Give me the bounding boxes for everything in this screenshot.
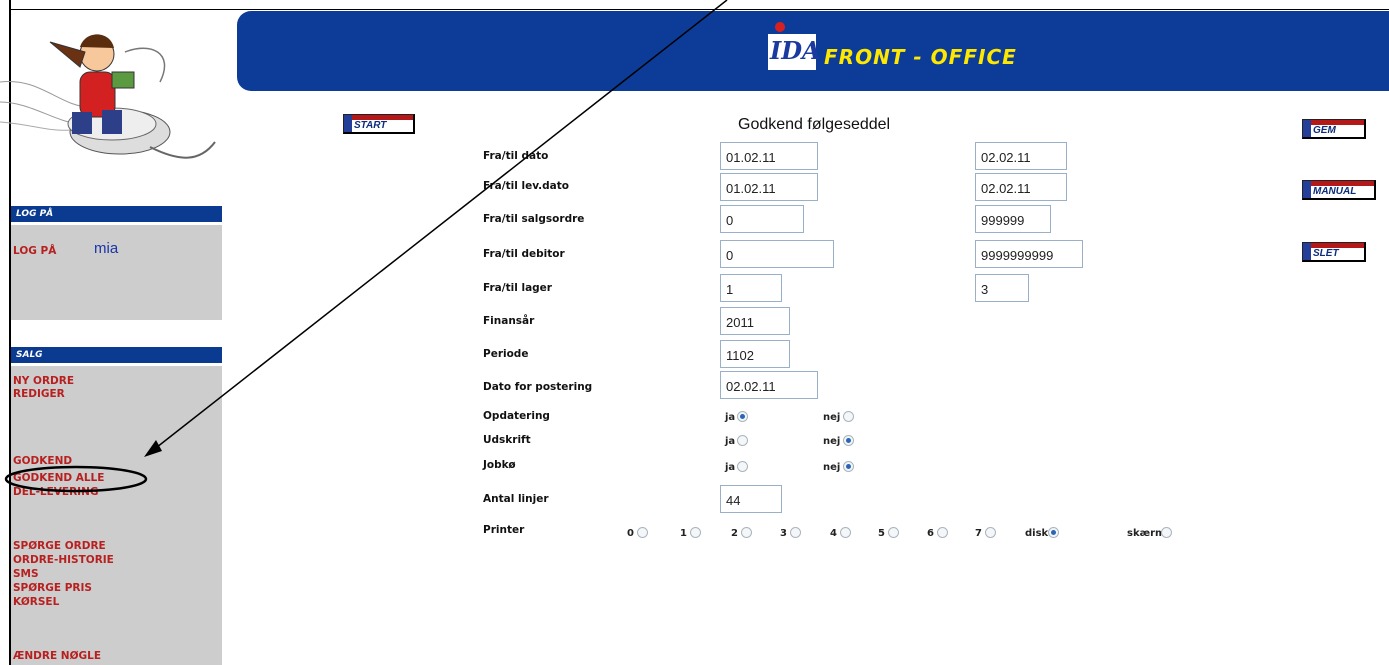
fiscal-year-input[interactable] <box>720 307 790 335</box>
sidebar-link-godkend[interactable]: GODKEND <box>13 455 72 468</box>
posting-date-label: Dato for postering <box>483 381 593 393</box>
button-stripe <box>1303 181 1311 198</box>
printer-4-label: 4 <box>830 528 837 539</box>
manual-button-label: MANUAL <box>1313 186 1357 197</box>
printer-7-label: 7 <box>975 528 982 539</box>
sales-order-to-input[interactable] <box>975 205 1051 233</box>
debtor-to-input[interactable] <box>975 240 1083 268</box>
stock-from-input[interactable] <box>720 274 782 302</box>
sidebar-link-koersel[interactable]: KØRSEL <box>13 596 59 609</box>
sales-panel <box>11 366 222 665</box>
period-label: Periode <box>483 348 529 360</box>
printer-disk-radio[interactable] <box>1048 527 1059 538</box>
posting-date-input[interactable] <box>720 371 818 399</box>
printer-7-radio[interactable] <box>985 527 996 538</box>
ida-logo: IDA <box>768 18 821 76</box>
printer-2-radio[interactable] <box>741 527 752 538</box>
printer-1-radio[interactable] <box>690 527 701 538</box>
form-title: Godkend følgeseddel <box>730 112 970 136</box>
start-button[interactable]: START <box>343 114 415 134</box>
sidebar-link-ordre-historie[interactable]: ORDRE-HISTORIE <box>13 554 114 567</box>
job-queue-yes-radio[interactable] <box>737 461 748 472</box>
date-range-label: Fra/til dato <box>483 150 549 162</box>
sales-header: SALG <box>11 347 222 363</box>
job-queue-label: Jobkø <box>483 459 516 471</box>
ida-logo-text: IDA <box>770 36 821 65</box>
debtor-range-label: Fra/til debitor <box>483 248 565 260</box>
sales-order-range-label: Fra/til salgsordre <box>483 213 585 225</box>
job-queue-no-radio[interactable] <box>843 461 854 472</box>
printer-6-radio[interactable] <box>937 527 948 538</box>
printer-screen-label: skærm <box>1127 528 1166 539</box>
start-button-label: START <box>354 120 387 131</box>
mascot-logo <box>0 34 216 159</box>
printer-1-label: 1 <box>680 528 687 539</box>
button-stripe <box>344 115 352 132</box>
period-input[interactable] <box>720 340 790 368</box>
sidebar-link-ny-ordre[interactable]: NY ORDRE <box>13 375 74 388</box>
login-link[interactable]: LOG PÅ <box>13 245 56 258</box>
delivery-date-range-label: Fra/til lev.dato <box>483 180 570 192</box>
printer-disk-label: disk <box>1025 528 1049 539</box>
button-stripe <box>1303 120 1311 137</box>
slet-button-label: SLET <box>1313 248 1339 259</box>
date-to-input[interactable] <box>975 142 1067 170</box>
frame-top-border <box>9 9 1389 10</box>
username-label: mia <box>94 240 119 257</box>
button-stripe <box>1303 243 1311 260</box>
print-yes-radio[interactable] <box>737 435 748 446</box>
sidebar-link-spoerge-pris[interactable]: SPØRGE PRIS <box>13 582 92 595</box>
print-label: Udskrift <box>483 434 531 446</box>
stock-to-input[interactable] <box>975 274 1029 302</box>
job-queue-yes-label: ja <box>725 462 736 473</box>
update-no-radio[interactable] <box>843 411 854 422</box>
print-no-label: nej <box>823 436 841 447</box>
printer-0-radio[interactable] <box>637 527 648 538</box>
line-count-label: Antal linjer <box>483 493 549 505</box>
update-no-label: nej <box>823 412 841 423</box>
stock-range-label: Fra/til lager <box>483 282 552 294</box>
sidebar-link-rediger[interactable]: REDIGER <box>13 388 65 401</box>
printer-0-label: 0 <box>627 528 634 539</box>
update-yes-radio[interactable] <box>737 411 748 422</box>
printer-3-label: 3 <box>780 528 787 539</box>
job-queue-no-label: nej <box>823 462 841 473</box>
line-count-input[interactable] <box>720 485 782 513</box>
fiscal-year-label: Finansår <box>483 315 535 327</box>
printer-3-radio[interactable] <box>790 527 801 538</box>
printer-5-label: 5 <box>878 528 885 539</box>
print-yes-label: ja <box>725 436 736 447</box>
printer-5-radio[interactable] <box>888 527 899 538</box>
app-title: FRONT - OFFICE <box>824 45 1017 69</box>
print-no-radio[interactable] <box>843 435 854 446</box>
printer-screen-radio[interactable] <box>1161 527 1172 538</box>
gem-button[interactable]: GEM <box>1302 119 1366 139</box>
debtor-from-input[interactable] <box>720 240 834 268</box>
sales-order-from-input[interactable] <box>720 205 804 233</box>
sidebar-link-godkend-alle[interactable]: GODKEND ALLE <box>13 472 104 485</box>
printer-6-label: 6 <box>927 528 934 539</box>
printer-label: Printer <box>483 524 525 536</box>
sidebar-link-spoerge-ordre[interactable]: SPØRGE ORDRE <box>13 540 106 553</box>
login-header: LOG PÅ <box>11 206 222 222</box>
gem-button-label: GEM <box>1313 125 1336 136</box>
manual-button[interactable]: MANUAL <box>1302 180 1376 200</box>
sidebar-link-sms[interactable]: SMS <box>13 568 39 581</box>
slet-button[interactable]: SLET <box>1302 242 1366 262</box>
delivery-date-from-input[interactable] <box>720 173 818 201</box>
printer-4-radio[interactable] <box>840 527 851 538</box>
sidebar-link-aendre-noegle[interactable]: ÆNDRE NØGLE <box>13 650 101 663</box>
printer-2-label: 2 <box>731 528 738 539</box>
update-yes-label: ja <box>725 412 736 423</box>
sidebar-link-del-levering[interactable]: DEL-LEVERING <box>13 486 99 499</box>
delivery-date-to-input[interactable] <box>975 173 1067 201</box>
date-from-input[interactable] <box>720 142 818 170</box>
update-label: Opdatering <box>483 410 550 422</box>
